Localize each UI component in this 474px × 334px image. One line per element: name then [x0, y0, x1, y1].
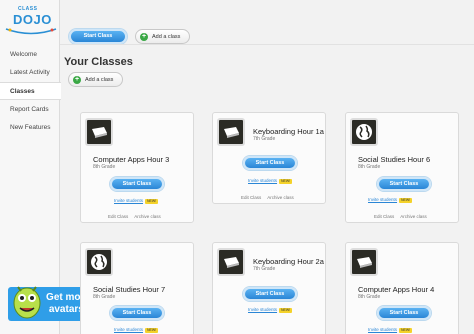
- class-name: Keyboarding Hour 1a: [253, 127, 324, 136]
- invite-students-label: Invite students: [248, 178, 278, 183]
- class-actions: Edit Class Archive class: [241, 195, 294, 200]
- class-name: Keyboarding Hour 2a: [253, 257, 324, 266]
- invite-students-label: Invite students: [368, 197, 398, 202]
- class-card[interactable]: Computer Apps Hour 3 8th Grade Start Cla…: [80, 112, 194, 223]
- logo-swoosh-icon: [5, 28, 57, 35]
- new-badge: NEW!: [399, 328, 413, 333]
- class-name: Social Studies Hour 7: [93, 285, 166, 294]
- class-grade: 8th Grade: [93, 294, 116, 300]
- class-card[interactable]: Keyboarding Hour 1a 7th Grade Start Clas…: [212, 112, 326, 204]
- invite-students-link[interactable]: Invite students NEW!: [248, 307, 293, 313]
- archive-class-link[interactable]: Archive class: [134, 214, 161, 219]
- laptop-icon: [217, 248, 245, 276]
- invite-students-link[interactable]: Invite students NEW!: [114, 327, 159, 333]
- class-actions: Edit Class Archive class: [374, 214, 427, 219]
- page-title: Your Classes: [64, 56, 133, 68]
- class-name: Social Studies Hour 6: [358, 155, 431, 164]
- edit-class-link[interactable]: Edit Class: [374, 214, 394, 219]
- new-badge: NEW!: [279, 179, 293, 184]
- laptop-icon: [217, 118, 245, 146]
- globe-icon: [350, 118, 378, 146]
- class-grade: 7th Grade: [253, 136, 276, 142]
- class-grade: 8th Grade: [93, 164, 116, 170]
- archive-class-link[interactable]: Archive class: [400, 214, 427, 219]
- start-class-button[interactable]: Start Class: [377, 306, 431, 320]
- toolbar-add-class-button[interactable]: + Add a class: [135, 29, 190, 44]
- logo-main-text: DOJO: [13, 12, 52, 27]
- invite-students-link[interactable]: Invite students NEW!: [368, 197, 413, 203]
- invite-students-link[interactable]: Invite students NEW!: [368, 327, 413, 333]
- class-name: Computer Apps Hour 3: [93, 155, 170, 164]
- add-class-label: Add a class: [85, 77, 114, 83]
- invite-students-label: Invite students: [114, 198, 144, 203]
- toolbar-add-class-label: Add a class: [152, 34, 181, 40]
- toolbar-start-class-button[interactable]: Start Class: [69, 29, 127, 44]
- class-name: Computer Apps Hour 4: [358, 285, 435, 294]
- start-class-button[interactable]: Start Class: [110, 306, 164, 320]
- class-grade: 7th Grade: [253, 266, 276, 272]
- classdojo-logo[interactable]: CLASS DOJO: [4, 6, 58, 38]
- invite-students-link[interactable]: Invite students NEW!: [114, 198, 159, 204]
- monster-avatar-icon: [13, 286, 41, 319]
- archive-class-link[interactable]: Archive class: [267, 195, 294, 200]
- sidebar-item-classes[interactable]: Classes: [0, 82, 61, 100]
- invite-students-label: Invite students: [114, 327, 144, 332]
- class-card[interactable]: Keyboarding Hour 2a 7th Grade Start Clas…: [212, 242, 326, 334]
- edit-class-link[interactable]: Edit Class: [241, 195, 261, 200]
- sidebar-item-latest-activity[interactable]: Latest Activity: [0, 64, 60, 82]
- class-grade: 8th Grade: [358, 294, 381, 300]
- start-class-button[interactable]: Start Class: [243, 156, 297, 170]
- start-class-button[interactable]: Start Class: [243, 287, 297, 301]
- new-badge: NEW!: [279, 308, 293, 313]
- invite-students-link[interactable]: Invite students NEW!: [248, 178, 293, 184]
- class-actions: Edit Class Archive class: [108, 214, 161, 219]
- globe-icon: [85, 248, 113, 276]
- class-card[interactable]: Social Studies Hour 6 8th Grade Start Cl…: [345, 112, 459, 223]
- class-card[interactable]: Social Studies Hour 7 8th Grade Start Cl…: [80, 242, 194, 334]
- sidebar-item-welcome[interactable]: Welcome: [0, 46, 60, 64]
- invite-students-label: Invite students: [368, 327, 398, 332]
- class-grade: 8th Grade: [358, 164, 381, 170]
- edit-class-link[interactable]: Edit Class: [108, 214, 128, 219]
- new-badge: NEW!: [399, 198, 413, 203]
- laptop-icon: [85, 118, 113, 146]
- invite-students-label: Invite students: [248, 307, 278, 312]
- sidebar-item-report-cards[interactable]: Report Cards: [0, 101, 60, 119]
- class-card[interactable]: Computer Apps Hour 4 8th Grade Start Cla…: [345, 242, 459, 334]
- laptop-icon: [350, 248, 378, 276]
- new-badge: NEW!: [145, 328, 159, 333]
- plus-icon: +: [73, 76, 81, 84]
- start-class-button[interactable]: Start Class: [110, 177, 164, 191]
- header-divider: [60, 44, 474, 45]
- new-badge: NEW!: [145, 199, 159, 204]
- sidebar-item-new-features[interactable]: New Features: [0, 119, 60, 137]
- start-class-button[interactable]: Start Class: [377, 177, 431, 191]
- add-class-button[interactable]: + Add a class: [68, 72, 123, 87]
- plus-icon: +: [140, 33, 148, 41]
